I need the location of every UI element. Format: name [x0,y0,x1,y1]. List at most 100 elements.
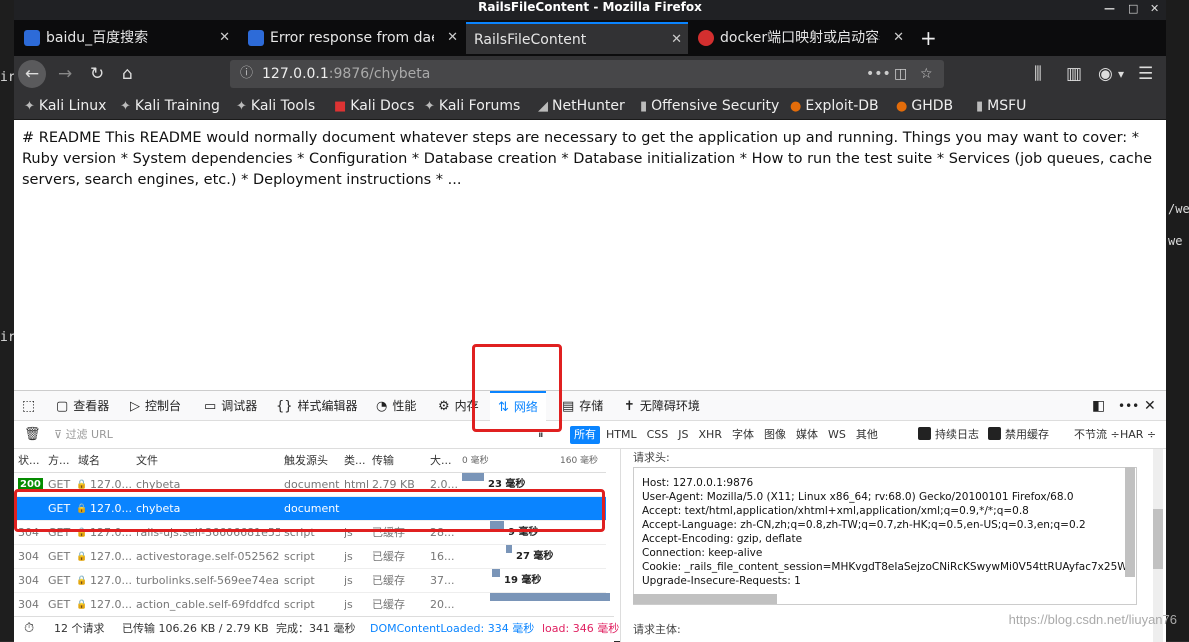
menu-icon[interactable]: ☰ [1138,62,1153,86]
cell-type: js [344,574,353,587]
maximize-button[interactable]: □ [1128,2,1138,16]
raw-headers-box[interactable]: Host: 127.0.0.1:9876 User-Agent: Mozilla… [633,467,1137,605]
reload-button[interactable]: ↻ [90,62,104,86]
cell-cause: script [284,550,315,563]
tab-debugger[interactable]: ▭ 调试器 [204,391,257,421]
tab-style-editor[interactable]: {} 样式编辑器 [276,391,358,421]
panel-scrollbar[interactable] [1153,509,1163,569]
devtools-options-icon[interactable]: ••• [1118,391,1139,421]
inspector-icon: ▢ [56,399,69,414]
request-headers-label: 请求头: [633,451,670,464]
tab-baidu[interactable]: baidu_百度搜索 ✕ [18,22,236,54]
close-devtools-icon[interactable]: ✕ [1144,391,1156,421]
baidu-paw-icon [248,30,264,46]
performance-icon: ◔ [376,399,388,414]
persist-logs-checkbox[interactable]: 持续日志 [918,426,979,444]
cell-transferred: 已缓存 [372,574,405,587]
network-status-bar: ⏱ 12 个请求 已传输 106.26 KB / 2.79 KB 完成：341 … [14,616,619,642]
close-tab-icon[interactable]: ✕ [893,22,904,54]
performance-analysis-icon[interactable]: ⏱ [24,617,34,641]
filter-js[interactable]: JS [674,426,692,444]
tab-accessibility[interactable]: ✝ 无障碍环境 [624,391,700,421]
tab-error-response[interactable]: Error response from daemon ✕ [242,22,464,54]
desktop-left: ir ir [0,0,16,641]
filter-ws[interactable]: WS [824,426,850,444]
bookmark-kali-linux[interactable]: ✦ Kali Linux [24,95,106,118]
storage-icon: ▤ [562,399,575,414]
bookmark-msfu[interactable]: ▮ MSFU [976,95,1026,118]
throttling-select[interactable]: 不节流 ÷ [1074,426,1120,444]
tab-railsfilecontent[interactable]: RailsFileContent ✕ [466,22,688,54]
tab-docker[interactable]: docker端口映射或启动容器 ✕ [692,22,910,54]
url-bar[interactable]: ⓘ 127.0.0.1:9876/chybeta ••• ◫ ☆ [230,60,944,88]
bookmark-ghdb[interactable]: ● GHDB [896,95,953,118]
waterfall-time-label: 27 毫秒 [516,551,554,562]
filter-css[interactable]: CSS [643,426,673,444]
filter-media[interactable]: 媒体 [792,426,822,444]
tab-performance[interactable]: ◔ 性能 [376,391,416,421]
info-icon[interactable]: ⓘ [240,60,253,88]
element-picker-icon[interactable]: ⬚ [22,391,35,421]
extensions-chevron-icon[interactable]: ▾ [1118,62,1124,86]
bookmark-star-icon[interactable]: ☆ [920,60,933,88]
close-window-button[interactable]: ✕ [1150,2,1159,16]
close-tab-icon[interactable]: ✕ [447,22,458,54]
cell-status: 304 [18,550,39,563]
table-row[interactable]: 304 GET 127.0... 🔒 activestorage.self-052562… [14,545,606,569]
bookmark-kali-docs[interactable]: ■ Kali Docs [334,95,414,118]
bookmark-nethunter[interactable]: ◢ NetHunter [538,95,625,118]
har-menu[interactable]: HAR ÷ [1120,426,1156,444]
cell-transferred: 已缓存 [372,550,405,563]
trash-icon[interactable]: 🗑 [24,426,41,444]
cell-method: GET [48,574,71,587]
cell-method: GET [48,598,71,611]
headers-horizontal-scrollbar[interactable] [633,594,777,604]
waterfall-time-label: 19 毫秒 [504,575,542,586]
minimize-button[interactable]: — [1104,2,1115,16]
filter-all[interactable]: 所有 [570,426,600,444]
cell-transferred: 已缓存 [372,598,405,611]
exploit-db-icon: ● [790,99,802,114]
bookmark-kali-training[interactable]: ✦ Kali Training [120,95,220,118]
network-filter-bar: 🗑 ⊽ 过滤 URL ⏸ 所有 HTML CSS JS XHR 字体 图像 媒体 WS 其他 持续… [14,421,1166,449]
close-tab-icon[interactable]: ✕ [219,22,230,54]
disable-cache-checkbox[interactable]: 禁用缓存 [988,426,1049,444]
table-row[interactable]: 304 GET 127.0... 🔒 turbolinks.self-569ee74ea… [14,569,606,593]
bookmark-exploit-db[interactable]: ● Exploit-DB [790,95,879,118]
filter-html[interactable]: HTML [602,426,641,444]
cell-cause: script [284,598,315,611]
filter-xhr[interactable]: XHR [695,426,726,444]
back-button[interactable]: ← [18,60,46,88]
library-icon[interactable]: ⫼ [1034,62,1042,86]
cell-size: 20... [430,598,455,611]
tab-console[interactable]: ▷ 控制台 [130,391,181,421]
dock-side-icon[interactable]: ◧ [1092,391,1105,421]
filter-images[interactable]: 图像 [760,426,790,444]
filter-url-input[interactable]: ⊽ 过滤 URL [54,426,113,444]
tab-inspector[interactable]: ▢ 查看器 [56,391,109,421]
filter-fonts[interactable]: 字体 [728,426,758,444]
tab-strip: baidu_百度搜索 ✕ Error response from daemon … [14,20,1166,56]
sidebar-icon[interactable]: ▥ [1066,62,1082,86]
headers-vertical-scrollbar[interactable] [1125,467,1135,577]
cell-file: action_cable.self-69fddfcd... [136,598,280,611]
secure-lock-icon: 🔒 [76,576,88,586]
highlight-selected-request [14,489,605,532]
home-button[interactable]: ⌂ [122,62,133,86]
page-actions-icon[interactable]: ••• [866,60,891,88]
account-icon[interactable]: ◉ [1098,62,1113,86]
close-tab-icon[interactable]: ✕ [671,24,682,54]
kali-dragon-icon: ✦ [120,99,131,114]
filter-other[interactable]: 其他 [852,426,882,444]
kali-dragon-icon: ✦ [236,99,247,114]
new-tab-button[interactable]: + [920,22,937,54]
bookmark-kali-forums[interactable]: ✦ Kali Forums [424,95,520,118]
waterfall-bar [492,569,500,577]
cell-method: GET [48,550,71,563]
forward-button[interactable]: → [58,62,72,86]
bookmark-kali-tools[interactable]: ✦ Kali Tools [236,95,315,118]
tab-storage[interactable]: ▤ 存储 [562,391,603,421]
table-row[interactable]: 304 GET 127.0... 🔒 action_cable.self-69fddfc… [14,593,610,617]
pocket-icon[interactable]: ◫ [894,60,907,88]
bookmark-offensive-security[interactable]: ▮ Offensive Security [640,95,779,118]
